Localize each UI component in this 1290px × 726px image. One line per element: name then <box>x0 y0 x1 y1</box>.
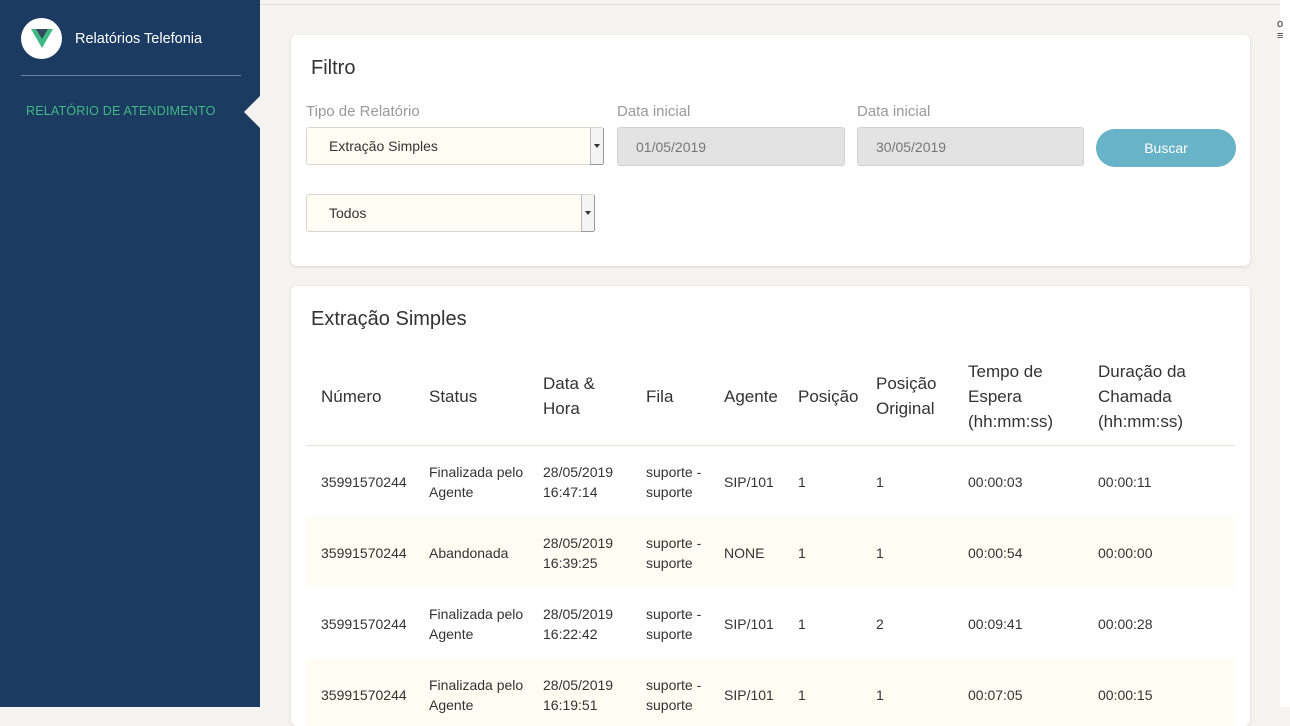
cell-duracao: 00:00:00 <box>1083 517 1235 588</box>
results-title: Extração Simples <box>311 308 467 330</box>
cell-tempo-espera: 00:09:41 <box>968 615 1023 632</box>
window-edge <box>1280 0 1290 707</box>
cell-status: Finalizada pelo Agente <box>429 605 524 642</box>
sidebar-divider <box>21 75 241 76</box>
column-header: Posição Original <box>861 347 953 446</box>
cell-status: Abandonada <box>414 517 528 588</box>
column-header: Número <box>306 347 414 446</box>
table-row: 35991570244 Finalizada pelo Agente 28/05… <box>306 446 1235 518</box>
cell-posicao-original: 1 <box>861 517 953 588</box>
chevron-down-icon[interactable] <box>590 128 603 164</box>
sidebar-item-relatorio-atendimento[interactable]: RELATÓRIO DE ATENDIMENTO <box>26 104 216 118</box>
active-item-caret <box>244 96 260 128</box>
cell-posicao: 1 <box>783 659 861 726</box>
cell-tempo-espera: 00:07:05 <box>953 659 1083 726</box>
cell-data-hora: 28/05/2019 16:47:14 <box>543 463 614 500</box>
cell-tempo-espera: 00:00:03 <box>968 473 1023 490</box>
table-row: 35991570244 Abandonada 28/05/2019 16:39:… <box>306 517 1235 588</box>
results-card: Extração Simples Número Status Data & Ho… <box>291 286 1250 726</box>
filter-title: Filtro <box>311 57 356 79</box>
vue-logo-icon <box>21 18 62 59</box>
cell-agente: NONE <box>709 517 783 588</box>
column-header: Status <box>414 347 528 446</box>
cell-posicao: 1 <box>798 615 806 632</box>
end-date-label: Data inicial <box>857 103 931 120</box>
cell-posicao-original: 1 <box>876 473 884 490</box>
cell-numero: 35991570244 <box>306 659 414 726</box>
status-filter-select[interactable]: Todos <box>306 194 595 232</box>
cell-duracao: 00:00:28 <box>1098 615 1153 632</box>
cell-numero: 35991570244 <box>321 615 407 632</box>
filter-card: Filtro Tipo de Relatório Extração Simple… <box>291 35 1250 266</box>
search-button[interactable]: Buscar <box>1096 129 1236 167</box>
column-header: Agente <box>709 347 783 446</box>
cell-data-hora: 28/05/2019 16:39:25 <box>528 517 631 588</box>
column-header: Tempo de Espera (hh:mm:ss) <box>953 347 1083 446</box>
cell-posicao-original: 1 <box>861 659 953 726</box>
top-divider <box>260 4 1280 5</box>
cell-agente: SIP/101 <box>724 615 774 632</box>
start-date-label: Data inicial <box>617 103 691 120</box>
status-filter-value: Todos <box>329 205 367 221</box>
cell-agente: SIP/101 <box>724 473 774 490</box>
chevron-down-icon[interactable] <box>581 195 594 231</box>
cell-fila: suporte - suporte <box>631 659 709 726</box>
app-title: Relatórios Telefonia <box>75 30 203 47</box>
table-header-row: Número Status Data & Hora Fila Agente Po… <box>306 347 1235 446</box>
brand[interactable]: Relatórios Telefonia <box>21 18 202 59</box>
cell-duracao: 00:00:11 <box>1098 473 1152 490</box>
cell-agente: SIP/101 <box>709 659 783 726</box>
cell-data-hora: 28/05/2019 16:19:51 <box>528 659 631 726</box>
start-date-input[interactable]: 01/05/2019 <box>617 127 845 166</box>
table-row: 35991570244 Finalizada pelo Agente 28/05… <box>306 588 1235 659</box>
cell-numero: 35991570244 <box>306 517 414 588</box>
column-header: Posição <box>783 347 861 446</box>
report-type-value: Extração Simples <box>329 138 438 154</box>
cell-numero: 35991570244 <box>321 473 407 490</box>
cell-status: Finalizada pelo Agente <box>429 463 524 500</box>
cell-fila: suporte - suporte <box>646 463 702 500</box>
edge-icon: o ≡ <box>1277 18 1284 42</box>
cell-data-hora: 28/05/2019 16:22:42 <box>543 605 614 642</box>
cell-duracao: 00:00:15 <box>1083 659 1235 726</box>
cell-tempo-espera: 00:00:54 <box>953 517 1083 588</box>
sidebar: Relatórios Telefonia RELATÓRIO DE ATENDI… <box>0 0 260 707</box>
cell-posicao: 1 <box>783 517 861 588</box>
column-header: Fila <box>631 347 709 446</box>
results-table: Número Status Data & Hora Fila Agente Po… <box>306 347 1235 726</box>
report-type-label: Tipo de Relatório <box>306 103 420 120</box>
report-type-select[interactable]: Extração Simples <box>306 127 604 165</box>
cell-fila: suporte - suporte <box>646 605 702 642</box>
column-header: Data & Hora <box>528 347 631 446</box>
cell-posicao-original: 2 <box>876 615 884 632</box>
end-date-input[interactable]: 30/05/2019 <box>857 127 1084 166</box>
cell-fila: suporte - suporte <box>631 517 709 588</box>
table-row: 35991570244 Finalizada pelo Agente 28/05… <box>306 659 1235 726</box>
cell-posicao: 1 <box>798 473 806 490</box>
cell-status: Finalizada pelo Agente <box>414 659 528 726</box>
column-header: Duração da Chamada (hh:mm:ss) <box>1083 347 1235 446</box>
